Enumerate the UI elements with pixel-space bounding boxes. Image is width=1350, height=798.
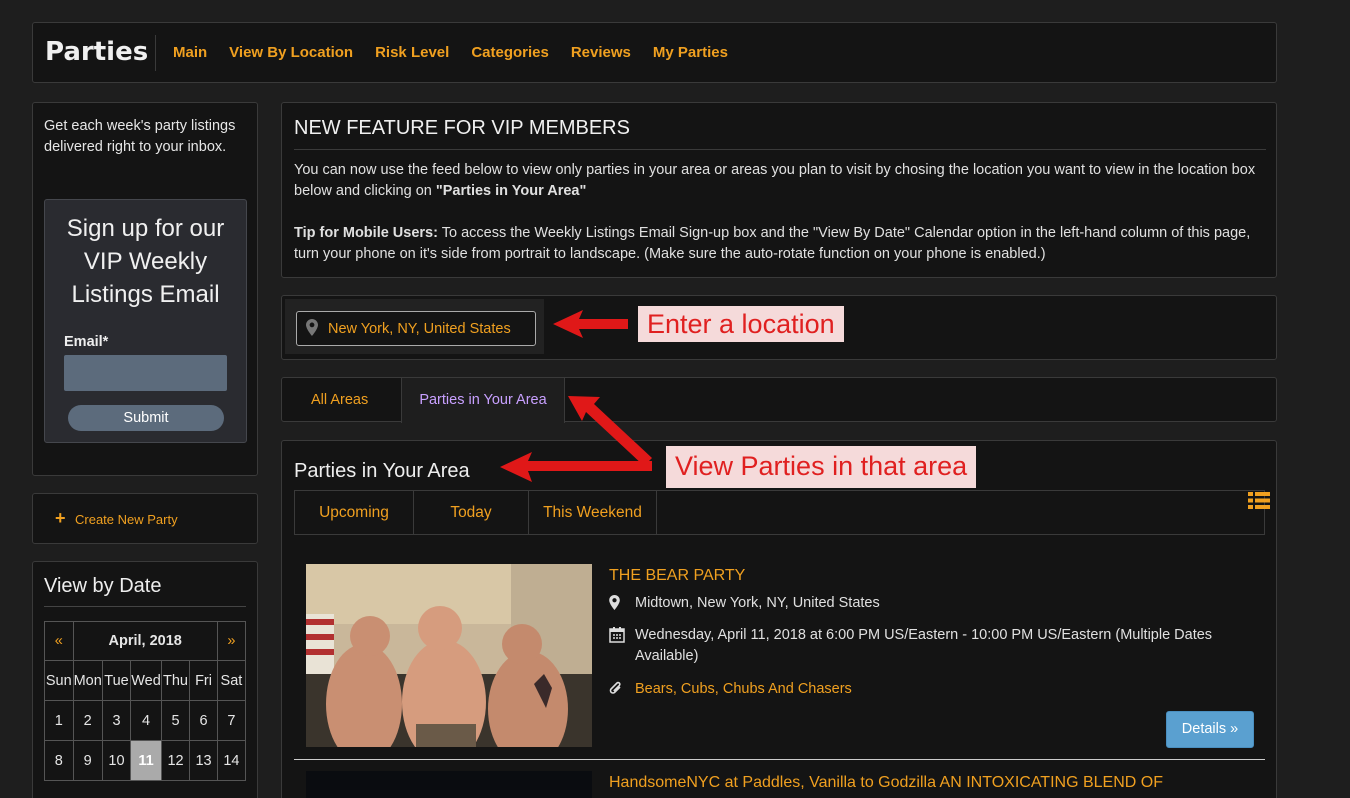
annotation-arrows (500, 310, 652, 482)
